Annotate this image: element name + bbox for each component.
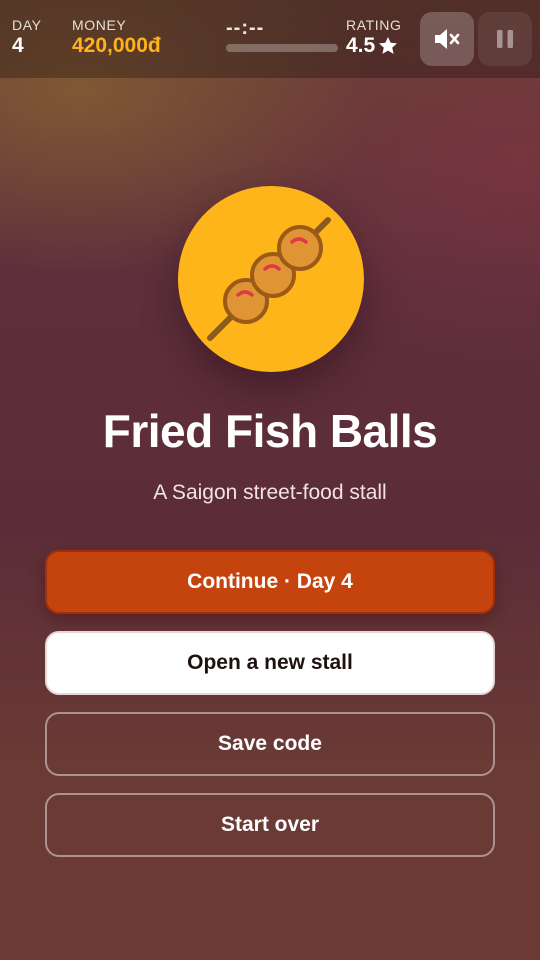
game-subtitle: A Saigon street-food stall [153, 481, 387, 504]
star-icon [379, 37, 398, 54]
start-over-button[interactable]: Start over [45, 793, 495, 857]
game-title: Fried Fish Balls [102, 405, 438, 457]
continue-button[interactable]: Continue · Day 4 [45, 550, 495, 614]
day-stat: DAY 4 [12, 17, 42, 58]
hero-emblem [178, 186, 364, 372]
new-stall-button[interactable]: Open a new stall [45, 631, 495, 695]
top-hud: DAY 4 MONEY 420,000đ --:-- RATING 4.5 [0, 0, 540, 78]
timer-text: --:-- [226, 17, 265, 39]
day-label: DAY [12, 17, 42, 33]
rating-value: 4.5 [346, 34, 376, 57]
money-stat: MONEY 420,000đ [72, 17, 161, 58]
fish-ball-skewer-icon [207, 217, 331, 341]
timer: --:-- [226, 17, 338, 52]
money-label: MONEY [72, 17, 127, 33]
rating-stat: RATING 4.5 [346, 17, 401, 58]
pause-icon [497, 30, 513, 48]
pause-button[interactable] [478, 12, 532, 66]
timer-bar [226, 44, 338, 52]
rating-label: RATING [346, 17, 402, 33]
save-code-button[interactable]: Save code [45, 712, 495, 776]
rating-value-row: 4.5 [346, 34, 401, 58]
day-value: 4 [12, 34, 24, 57]
speaker-muted-icon [435, 29, 460, 49]
mute-button[interactable] [420, 12, 474, 66]
money-value: 420,000đ [72, 34, 161, 57]
